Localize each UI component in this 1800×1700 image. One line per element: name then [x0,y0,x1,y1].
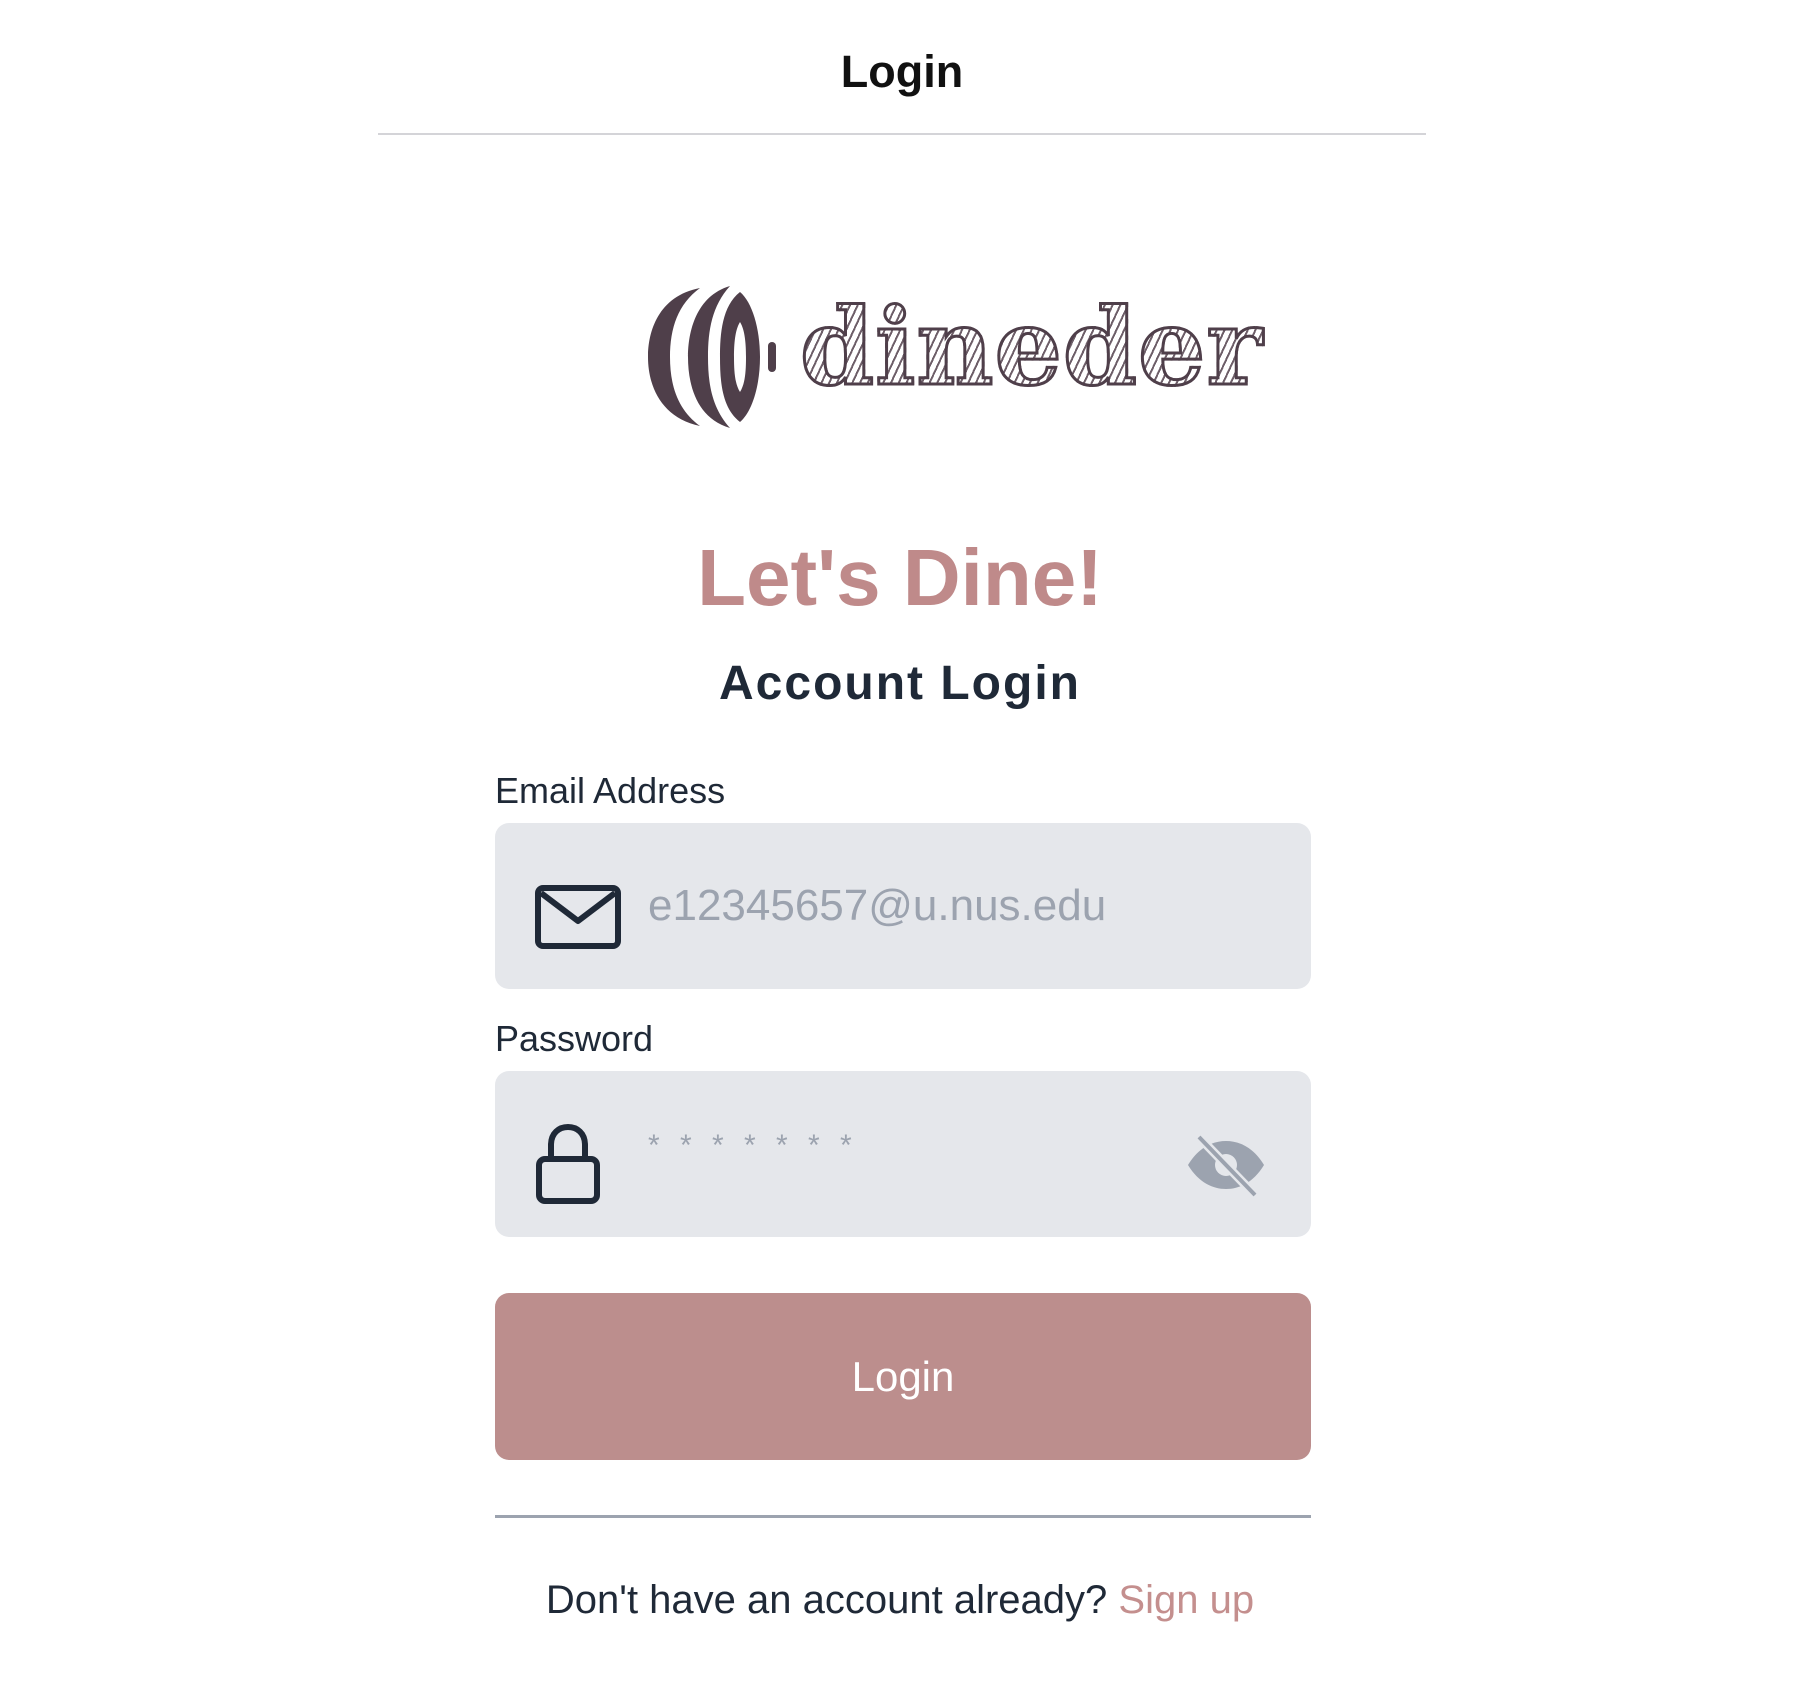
lock-icon [536,1123,600,1204]
brand-wordmark: dineder [798,284,1264,409]
dineder-logo-mark-icon [648,286,776,428]
password-label: Password [495,1018,654,1059]
mail-icon [535,885,621,949]
login-screen: Login dineder Let's Dine! Account Login … [0,0,1800,1700]
login-button[interactable]: Login [495,1293,1311,1460]
account-login-heading: Account Login [719,657,1081,710]
signup-prompt: Don't have an account already? [545,1578,1108,1622]
eye-off-icon[interactable] [1185,1133,1267,1197]
signup-link[interactable]: Sign up [1118,1578,1254,1622]
brand-logo: dineder [648,282,1264,432]
email-label: Email Address [495,770,726,811]
password-field[interactable]: * * * * * * * [495,1071,1311,1237]
signup-row: Don't have an account already? Sign up [0,1578,1800,1623]
divider [495,1515,1311,1518]
page-title: Login [840,46,964,97]
email-field[interactable]: e12345657@u.nus.edu [495,823,1311,989]
navigation-header: Login [378,0,1426,135]
password-input[interactable]: * * * * * * * [648,1129,858,1163]
greeting-title: Let's Dine! [697,533,1103,622]
email-input[interactable]: e12345657@u.nus.edu [648,881,1106,931]
